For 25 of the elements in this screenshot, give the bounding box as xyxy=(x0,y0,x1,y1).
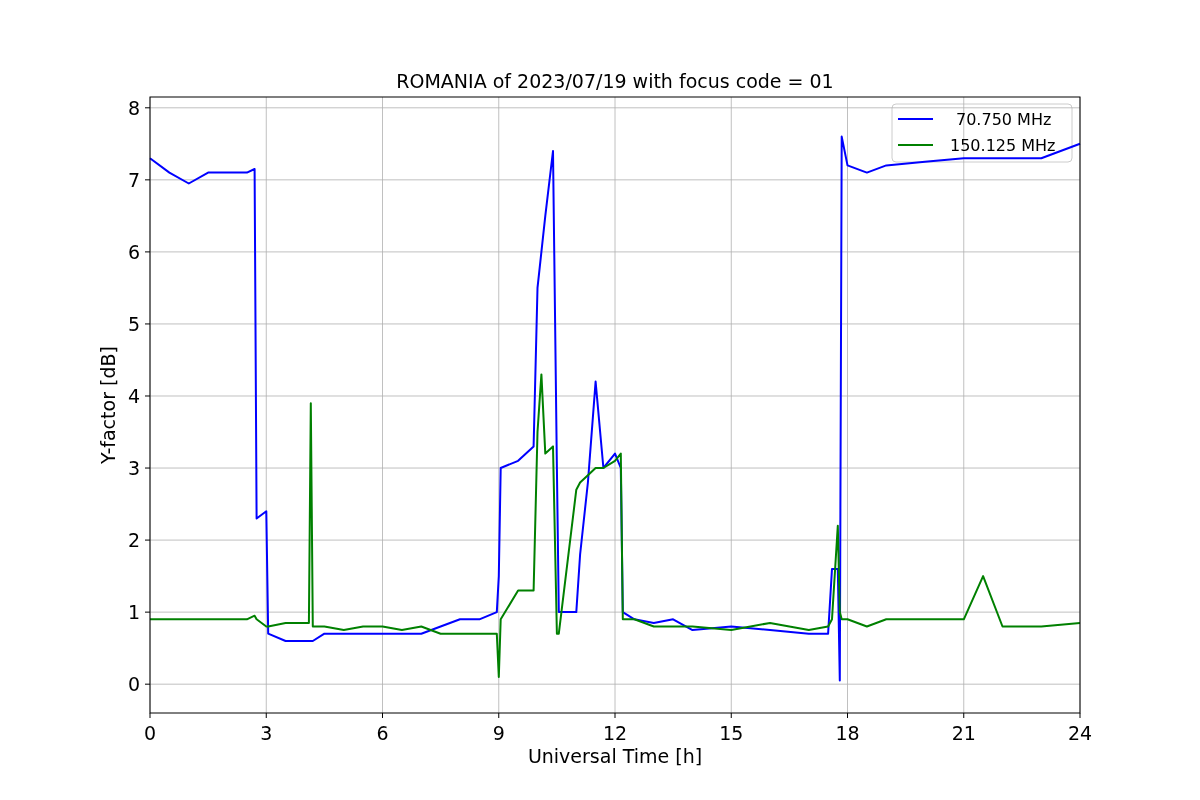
tick-label: 21 xyxy=(951,722,976,744)
tick-label: 9 xyxy=(492,722,505,744)
y-axis-label: Y-factor [dB] xyxy=(97,346,119,464)
tick-label: 0 xyxy=(143,722,157,744)
tick-label: 3 xyxy=(260,722,273,744)
tick-label: 4 xyxy=(127,385,140,407)
legend-line-icon xyxy=(897,144,934,146)
legend-label: 70.750 MHz xyxy=(956,110,1052,129)
tick-label: 15 xyxy=(719,722,744,744)
chart-title: ROMANIA of 2023/07/19 with focus code = 01 xyxy=(396,70,834,92)
tick-label: 6 xyxy=(376,722,389,744)
tick-label: 18 xyxy=(835,722,860,744)
x-axis-label: Universal Time [h] xyxy=(527,745,703,767)
tick-label: 5 xyxy=(127,312,140,335)
tick-label: 1 xyxy=(127,601,140,624)
tick-label: 0 xyxy=(127,673,140,696)
legend-line-icon xyxy=(897,118,934,120)
tick-label: 2 xyxy=(127,529,140,552)
tick-label: 8 xyxy=(127,96,140,119)
tick-label: 12 xyxy=(602,722,628,744)
tick-label: 3 xyxy=(127,457,140,480)
legend-label: 150.125 MHz xyxy=(950,136,1056,155)
tick-label: 24 xyxy=(1067,722,1093,744)
tick-label: 7 xyxy=(127,168,140,191)
tick-label: 6 xyxy=(127,240,140,263)
